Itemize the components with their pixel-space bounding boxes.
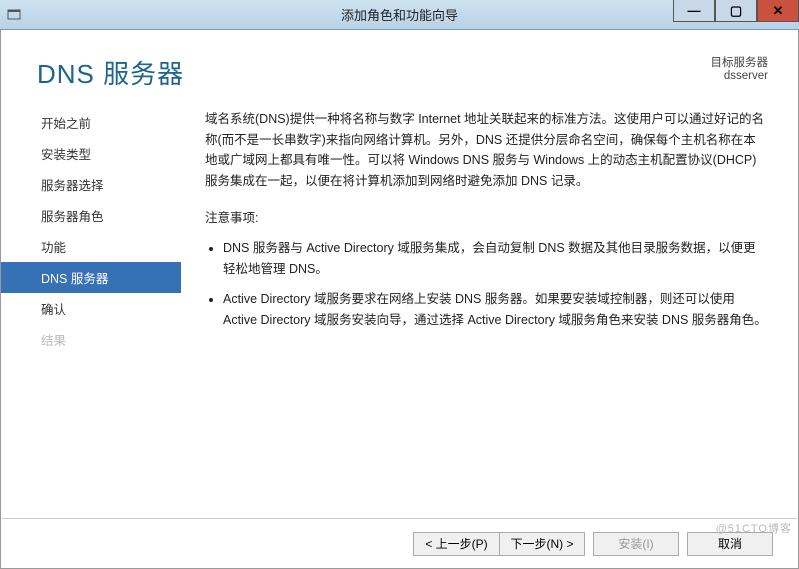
target-server-info: 目标服务器 dsserver xyxy=(711,54,769,82)
wizard-page: DNS 服务器 目标服务器 dsserver 开始之前 安装类型 服务器选择 服… xyxy=(0,30,799,569)
notes-list: DNS 服务器与 Active Directory 域服务集成，会自动复制 DN… xyxy=(205,238,768,331)
wizard-footer: < 上一步(P) 下一步(N) > 安装(I) 取消 xyxy=(2,518,797,568)
sidebar-item-features[interactable]: 功能 xyxy=(1,231,181,262)
list-item: Active Directory 域服务要求在网络上安装 DNS 服务器。如果要… xyxy=(223,289,768,330)
minimize-button[interactable]: — xyxy=(673,0,715,22)
page-header: DNS 服务器 目标服务器 dsserver xyxy=(1,30,798,101)
notes-heading: 注意事项: xyxy=(205,208,768,229)
previous-button[interactable]: < 上一步(P) xyxy=(413,532,499,556)
app-icon xyxy=(6,7,22,23)
cancel-button[interactable]: 取消 xyxy=(687,532,773,556)
sidebar-item-before-begin[interactable]: 开始之前 xyxy=(1,107,181,138)
sidebar-item-install-type[interactable]: 安装类型 xyxy=(1,138,181,169)
sidebar-item-dns-server[interactable]: DNS 服务器 xyxy=(1,262,181,293)
page-title: DNS 服务器 xyxy=(37,54,184,91)
sidebar-item-server-selection[interactable]: 服务器选择 xyxy=(1,169,181,200)
window-buttons: — ▢ ✕ xyxy=(673,0,799,29)
wizard-sidebar: 开始之前 安装类型 服务器选择 服务器角色 功能 DNS 服务器 确认 结果 xyxy=(1,101,181,509)
intro-text: 域名系统(DNS)提供一种将名称与数字 Internet 地址关联起来的标准方法… xyxy=(205,109,768,192)
sidebar-item-results: 结果 xyxy=(1,324,181,355)
wizard-body: 开始之前 安装类型 服务器选择 服务器角色 功能 DNS 服务器 确认 结果 域… xyxy=(1,101,798,509)
maximize-button[interactable]: ▢ xyxy=(715,0,757,22)
nav-button-group: < 上一步(P) 下一步(N) > xyxy=(413,532,585,556)
close-button[interactable]: ✕ xyxy=(757,0,799,22)
title-bar: 添加角色和功能向导 — ▢ ✕ xyxy=(0,0,799,30)
install-button: 安装(I) xyxy=(593,532,679,556)
next-button[interactable]: 下一步(N) > xyxy=(499,532,585,556)
content-panel: 域名系统(DNS)提供一种将名称与数字 Internet 地址关联起来的标准方法… xyxy=(181,101,798,509)
sidebar-item-server-roles[interactable]: 服务器角色 xyxy=(1,200,181,231)
sidebar-item-confirm[interactable]: 确认 xyxy=(1,293,181,324)
list-item: DNS 服务器与 Active Directory 域服务集成，会自动复制 DN… xyxy=(223,238,768,279)
target-value: dsserver xyxy=(711,70,769,82)
target-label: 目标服务器 xyxy=(711,54,769,70)
